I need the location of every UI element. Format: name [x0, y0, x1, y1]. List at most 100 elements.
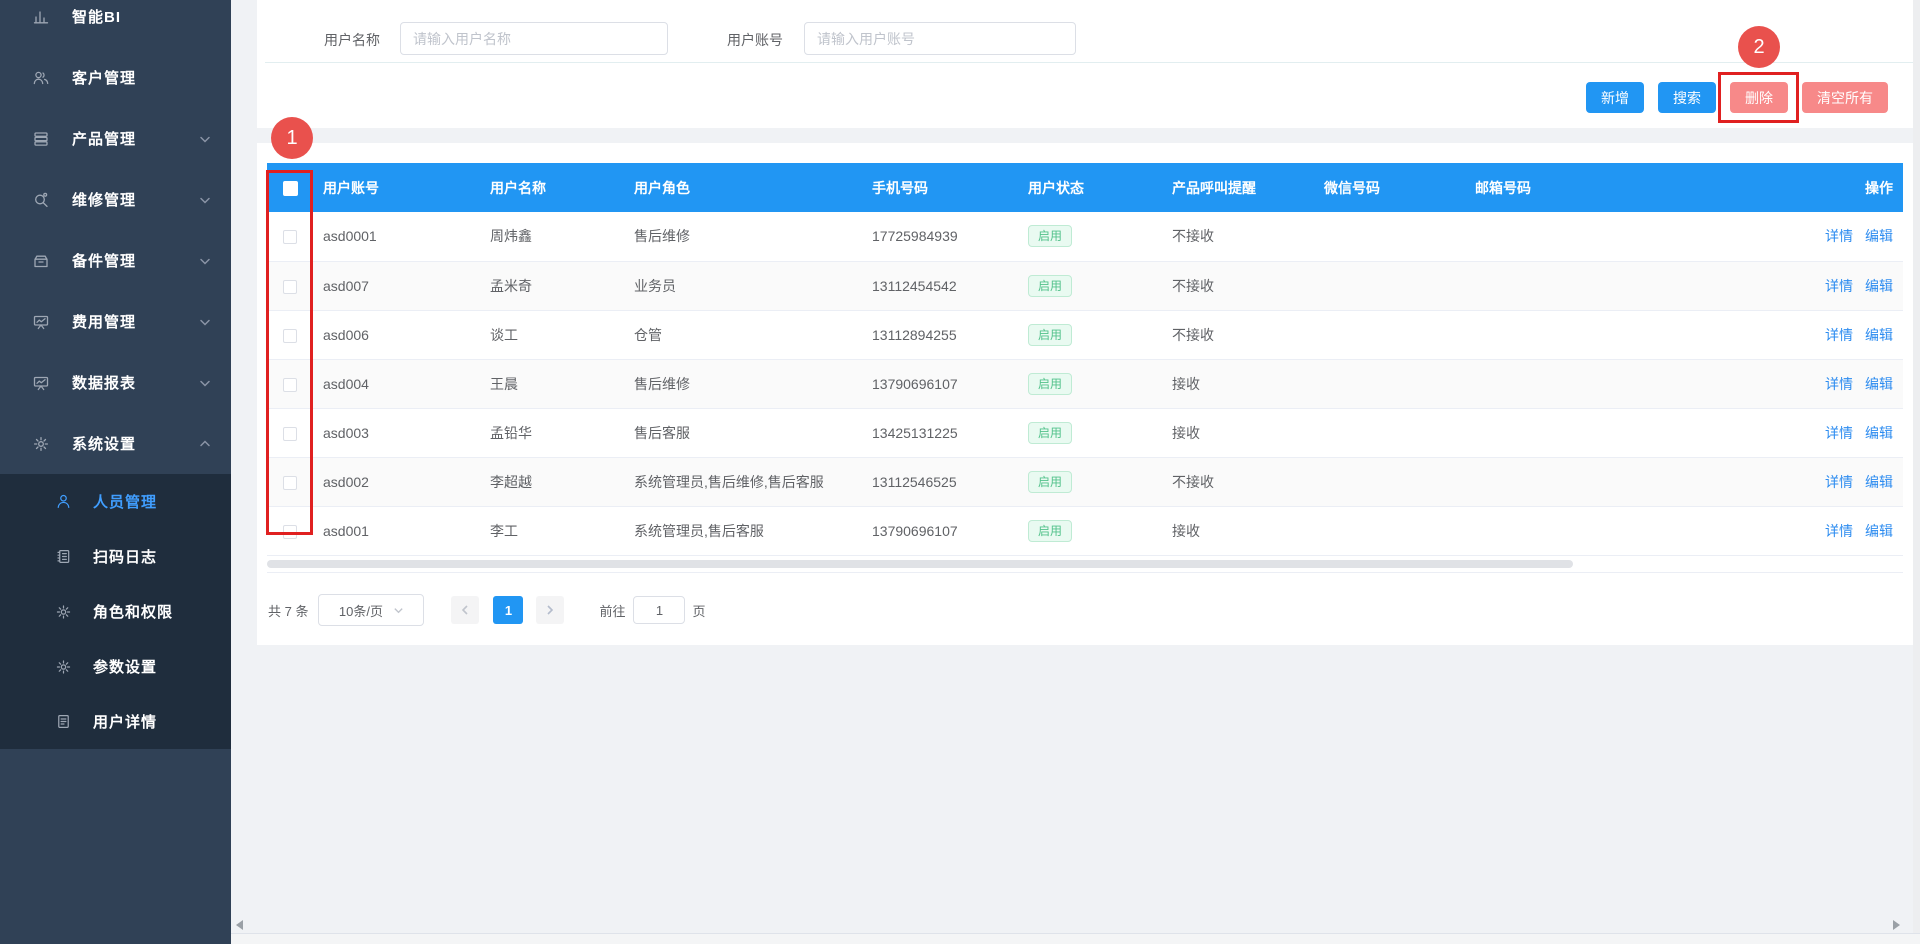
status-badge: 启用 [1028, 422, 1072, 444]
table-row: asd006 谈工 仓管 13112894255 启用 不接收 详情编辑 [267, 310, 1903, 359]
cell-actions: 详情编辑 [1728, 506, 1903, 555]
edit-link[interactable]: 编辑 [1865, 523, 1893, 539]
page-size-select[interactable]: 10条/页 [318, 594, 424, 626]
row-checkbox-cell [267, 408, 313, 457]
cell-name: 周炜鑫 [480, 212, 624, 261]
gear-icon [55, 658, 72, 675]
cell-name: 孟铅华 [480, 408, 624, 457]
add-button[interactable]: 新增 [1586, 82, 1644, 113]
sidebar-item-products[interactable]: 产品管理 [0, 108, 231, 169]
goto-label: 前往 [599, 601, 625, 620]
table-row: asd003 孟铅华 售后客服 13425131225 启用 接收 详情编辑 [267, 408, 1903, 457]
row-checkbox[interactable] [283, 329, 297, 343]
cell-account: asd006 [313, 310, 480, 359]
parts-icon [31, 251, 51, 271]
detail-link[interactable]: 详情 [1825, 278, 1853, 294]
status-badge: 启用 [1028, 471, 1072, 493]
cell-status: 启用 [1018, 408, 1162, 457]
sidebar-item-customers[interactable]: 客户管理 [0, 47, 231, 108]
sidebar-item-expense[interactable]: 费用管理 [0, 291, 231, 352]
cell-email [1465, 506, 1728, 555]
edit-link[interactable]: 编辑 [1865, 327, 1893, 343]
notebook-icon [55, 548, 72, 565]
cell-name: 孟米奇 [480, 261, 624, 310]
row-checkbox-cell [267, 212, 313, 261]
column-header: 手机号码 [862, 163, 1018, 212]
row-checkbox[interactable] [283, 427, 297, 441]
sidebar-submenu: 人员管理 扫码日志 角色和权限 参数设置 用户详情 [0, 474, 231, 749]
clear-all-button[interactable]: 清空所有 [1802, 82, 1888, 113]
status-badge: 启用 [1028, 324, 1072, 346]
cell-status: 启用 [1018, 359, 1162, 408]
goto-page-input[interactable] [633, 596, 685, 624]
table-horizontal-scrollbar[interactable] [267, 560, 1573, 568]
row-checkbox[interactable] [283, 378, 297, 392]
sidebar-item-settings[interactable]: 系统设置 [0, 413, 231, 474]
table-row: asd001 李工 系统管理员,售后客服 13790696107 启用 接收 详… [267, 506, 1903, 555]
table-row: asd0001 周炜鑫 售后维修 17725984939 启用 不接收 详情编辑 [267, 212, 1903, 261]
sidebar-subitem-scan-log[interactable]: 扫码日志 [0, 529, 231, 584]
table-row: asd004 王晨 售后维修 13790696107 启用 接收 详情编辑 [267, 359, 1903, 408]
cell-status: 启用 [1018, 457, 1162, 506]
edit-link[interactable]: 编辑 [1865, 228, 1893, 244]
cell-email [1465, 212, 1728, 261]
cell-wechat [1314, 212, 1465, 261]
column-header: 邮箱号码 [1465, 163, 1728, 212]
user-name-input[interactable] [400, 22, 668, 55]
users-table: 用户账号用户名称用户角色手机号码用户状态产品呼叫提醒微信号码邮箱号码操作 asd… [267, 163, 1903, 556]
cell-name: 李工 [480, 506, 624, 555]
sidebar-item-report[interactable]: 数据报表 [0, 352, 231, 413]
edit-link[interactable]: 编辑 [1865, 278, 1893, 294]
cell-account: asd003 [313, 408, 480, 457]
sidebar-item-bi[interactable]: 智能BI [0, 0, 231, 47]
cell-email [1465, 359, 1728, 408]
search-button[interactable]: 搜索 [1658, 82, 1716, 113]
row-checkbox[interactable] [283, 280, 297, 294]
delete-button-wrapper: 删除 2 [1730, 82, 1788, 113]
sidebar-subitem-roles[interactable]: 角色和权限 [0, 584, 231, 639]
column-header: 用户账号 [313, 163, 480, 212]
chart-icon [31, 7, 51, 27]
scroll-right-arrow-icon[interactable] [1893, 920, 1900, 930]
cell-account: asd002 [313, 457, 480, 506]
detail-link[interactable]: 详情 [1825, 474, 1853, 490]
vertical-scrollbar[interactable] [1913, 0, 1920, 933]
detail-link[interactable]: 详情 [1825, 425, 1853, 441]
table-row: asd002 李超越 系统管理员,售后维修,售后客服 13112546525 启… [267, 457, 1903, 506]
cell-wechat [1314, 359, 1465, 408]
cell-name: 王晨 [480, 359, 624, 408]
sidebar-subitem-user-detail[interactable]: 用户详情 [0, 694, 231, 749]
cell-email [1465, 408, 1728, 457]
row-checkbox[interactable] [283, 525, 297, 539]
scroll-left-arrow-icon[interactable] [236, 920, 243, 930]
repair-icon [31, 190, 51, 210]
cell-call-alert: 不接收 [1162, 457, 1314, 506]
prev-page-button[interactable] [451, 596, 479, 624]
detail-link[interactable]: 详情 [1825, 523, 1853, 539]
delete-button[interactable]: 删除 [1730, 82, 1788, 113]
detail-link[interactable]: 详情 [1825, 376, 1853, 392]
row-checkbox-cell [267, 310, 313, 359]
cell-account: asd001 [313, 506, 480, 555]
select-all-checkbox[interactable] [283, 181, 298, 196]
row-checkbox[interactable] [283, 230, 297, 244]
next-page-button[interactable] [536, 596, 564, 624]
cell-role: 售后客服 [624, 408, 862, 457]
current-page-button[interactable]: 1 [493, 596, 523, 624]
sidebar-subitem-staff[interactable]: 人员管理 [0, 474, 231, 529]
cell-call-alert: 接收 [1162, 359, 1314, 408]
edit-link[interactable]: 编辑 [1865, 425, 1893, 441]
app: { "sidebar": { "items": [ { "id": "bi", … [0, 0, 1920, 944]
presentation-icon [31, 373, 51, 393]
sidebar-item-parts[interactable]: 备件管理 [0, 230, 231, 291]
detail-link[interactable]: 详情 [1825, 327, 1853, 343]
edit-link[interactable]: 编辑 [1865, 376, 1893, 392]
user-account-input[interactable] [804, 22, 1076, 55]
detail-link[interactable]: 详情 [1825, 228, 1853, 244]
sidebar-subitem-params[interactable]: 参数设置 [0, 639, 231, 694]
sidebar-item-repair[interactable]: 维修管理 [0, 169, 231, 230]
edit-link[interactable]: 编辑 [1865, 474, 1893, 490]
row-checkbox[interactable] [283, 476, 297, 490]
chevron-down-icon [199, 377, 211, 389]
header-checkbox-cell [267, 163, 313, 212]
